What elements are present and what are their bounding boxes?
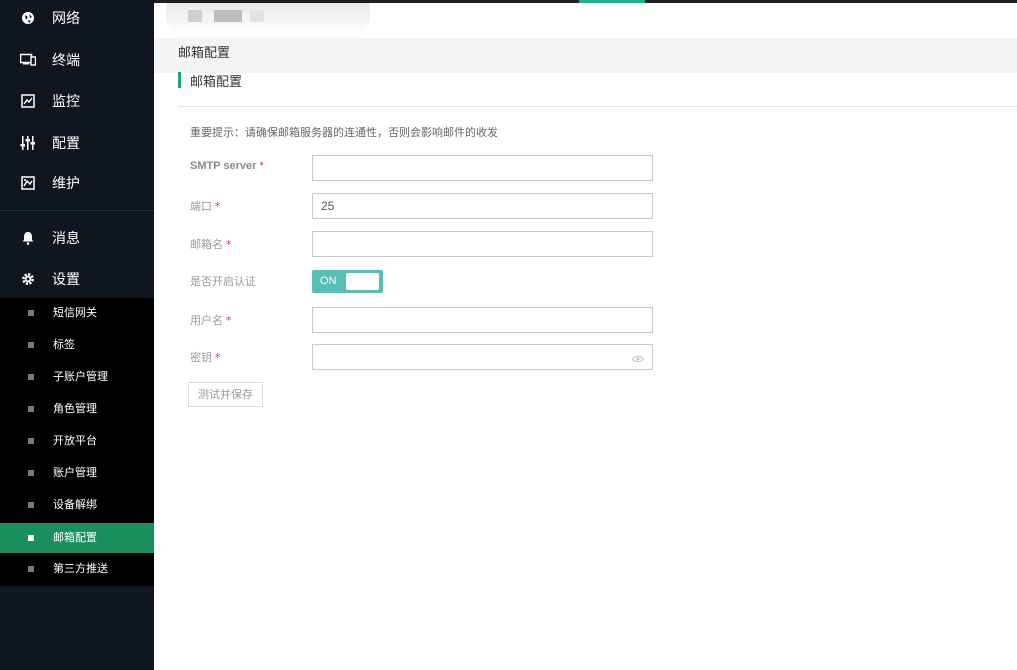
submenu-item-tags[interactable]: 标签 [0,330,154,360]
bullet-icon [28,502,34,508]
username-label: 用户名 * [190,314,232,327]
required-mark: * [226,314,232,327]
section-divider [178,106,1017,107]
bullet-icon [28,406,34,412]
nav-item-label: 消息 [52,231,80,247]
logo-mark [214,10,242,22]
submenu-item-third-party-push[interactable]: 第三方推送 [0,554,154,584]
submenu-item-label: 账户管理 [53,466,97,479]
required-mark: * [226,238,232,251]
sidebar-divider [0,210,154,211]
nav-item-label: 维护 [52,176,80,192]
required-mark: * [215,200,221,213]
section-title: 邮箱配置 [190,75,243,90]
bullet-icon [28,342,34,348]
nav-item-messages[interactable]: 消息 [0,221,154,257]
logo [166,3,370,35]
bullet-icon [28,374,34,380]
nav-item-label: 配置 [52,136,80,152]
port-label: 端口 * [190,200,221,213]
submenu-item-label: 设备解绑 [53,498,97,511]
submenu-item-label: 子账户管理 [53,370,108,383]
monitor-icon [20,93,36,109]
important-notice: 重要提示：请确保邮箱服务器的连通性，否则会影响邮件的收发 [190,126,498,139]
submenu-item-label: 角色管理 [53,402,97,415]
nav-item-network[interactable]: 网络 [0,1,154,37]
submenu-item-open-platform[interactable]: 开放平台 [0,426,154,456]
submenu-item-label: 开放平台 [53,434,97,447]
globe-icon [20,10,36,26]
nav-item-label: 终端 [52,53,80,69]
nav-item-label: 网络 [52,11,80,27]
nav-item-maintenance[interactable]: 维护 [0,166,154,202]
nav-item-label: 监控 [52,94,80,110]
nav-item-settings[interactable]: 设置 [0,262,154,298]
nav-item-terminal[interactable]: 终端 [0,43,154,79]
nav-item-config[interactable]: 配置 [0,126,154,162]
nav-item-label: 设置 [52,272,80,288]
nav-item-monitor[interactable]: 监控 [0,84,154,120]
logo-mark [250,10,264,22]
breadcrumb: 邮箱配置 [154,38,1017,73]
submenu-item-label: 短信网关 [53,306,97,319]
devices-icon [20,52,36,68]
breadcrumb-label: 邮箱配置 [178,46,231,61]
submenu-item-label: 标签 [53,338,75,351]
submenu-item-sub-accounts[interactable]: 子账户管理 [0,362,154,392]
header [154,3,1017,38]
auth-toggle[interactable]: ON [312,270,383,293]
toggle-state-label: ON [320,275,337,287]
port-input[interactable] [312,193,653,219]
auth-enable-label: 是否开启认证 [190,275,256,288]
sliders-icon [20,135,36,151]
maintenance-icon [20,175,36,191]
required-mark: * [259,160,264,172]
required-mark: * [215,351,221,364]
submenu-item-device-unbind[interactable]: 设备解绑 [0,490,154,520]
toggle-knob [346,273,379,290]
settings-submenu: 短信网关 标签 子账户管理 角色管理 开放平台 账户管理 设备解绑 邮箱配置 第… [0,298,154,586]
bullet-icon [28,535,34,541]
submenu-item-label: 第三方推送 [53,562,108,575]
eye-icon[interactable] [631,351,645,363]
bell-icon [20,230,36,246]
bullet-icon [28,438,34,444]
email-name-input[interactable] [312,231,653,257]
username-input[interactable] [312,307,653,333]
submenu-item-roles[interactable]: 角色管理 [0,394,154,424]
submenu-item-account[interactable]: 账户管理 [0,458,154,488]
gear-icon [20,271,36,287]
secret-key-label: 密钥 * [190,351,221,364]
sidebar: 网络 终端 监控 配置 维护 消息 设置 短信网关 标签 子账户管理 角色管理 … [0,0,154,670]
secret-key-input[interactable] [312,344,653,370]
email-name-label: 邮箱名 * [190,238,232,251]
test-and-save-button[interactable]: 测试并保存 [188,382,263,407]
bullet-icon [28,470,34,476]
section-accent-bar [178,72,181,88]
submenu-item-sms-gateway[interactable]: 短信网关 [0,298,154,328]
smtp-server-input[interactable] [312,155,653,181]
bullet-icon [28,310,34,316]
bullet-icon [28,566,34,572]
submenu-item-email-config[interactable]: 邮箱配置 [0,523,154,553]
smtp-server-label: SMTP server * [190,160,264,172]
submenu-item-label: 邮箱配置 [53,531,97,544]
logo-mark [188,10,202,22]
